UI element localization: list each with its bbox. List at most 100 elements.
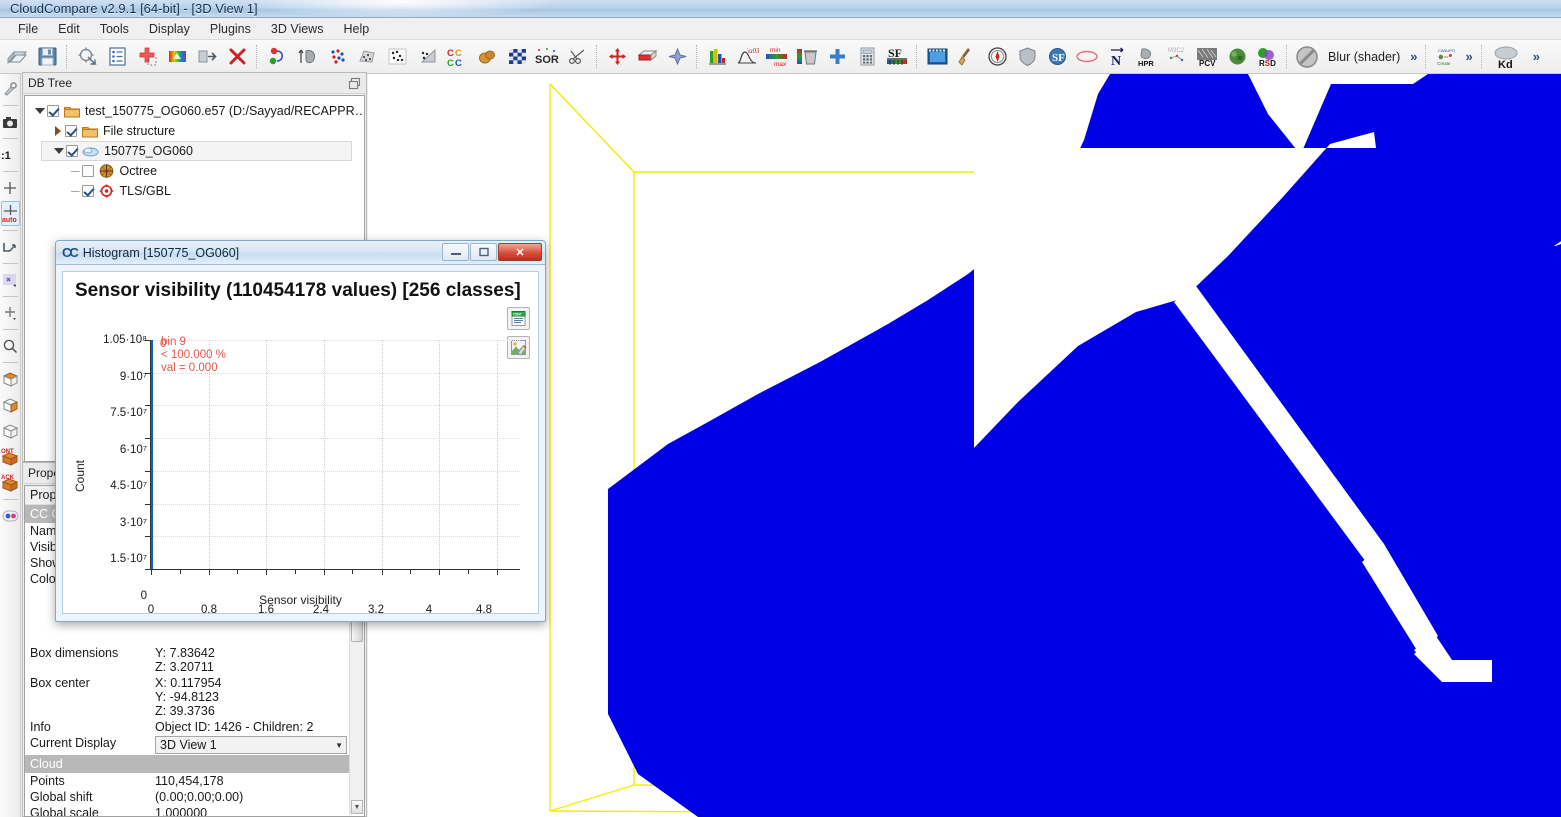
snapshot-icon[interactable] <box>1 109 20 134</box>
toolbar-overflow-kd[interactable]: » <box>1529 49 1544 64</box>
save-icon[interactable] <box>33 43 61 71</box>
scroll-down-arrow[interactable]: ▼ <box>351 800 363 814</box>
toolbar-overflow-canupo[interactable]: » <box>1461 49 1476 64</box>
histogram-icon[interactable] <box>703 43 731 71</box>
menu-item-display[interactable]: Display <box>139 20 200 38</box>
animation-icon[interactable] <box>923 43 951 71</box>
menu-item-3d-views[interactable]: 3D Views <box>261 20 334 38</box>
clone-icon[interactable] <box>73 43 101 71</box>
histogram-dialog[interactable]: CC Histogram [150775_OG060] ✕ Sensor vis… <box>55 240 546 622</box>
menu-item-edit[interactable]: Edit <box>48 20 90 38</box>
3d-view-1[interactable] <box>368 74 1561 817</box>
view-front-icon[interactable] <box>1 418 20 443</box>
statistical-icon[interactable] <box>353 43 381 71</box>
visibility-checkbox[interactable] <box>66 145 78 157</box>
tree-branch-line: ─ <box>71 184 80 198</box>
export-csv-icon[interactable]: CSV <box>507 307 530 330</box>
visibility-checkbox[interactable] <box>65 125 77 137</box>
maximize-button[interactable] <box>470 243 497 261</box>
set-pivot-icon[interactable] <box>1 175 20 200</box>
zoom-1to1-icon[interactable]: :1 <box>1 142 20 167</box>
view-left-icon[interactable]: ACK <box>1 470 20 495</box>
broom-icon[interactable] <box>953 43 981 71</box>
compass-icon[interactable] <box>983 43 1011 71</box>
restore-icon[interactable] <box>348 77 361 90</box>
normals-icon[interactable] <box>323 43 351 71</box>
view-bottom-icon[interactable] <box>1 392 20 417</box>
tree-node-150775-og060[interactable]: 150775_OG060 <box>41 141 352 161</box>
scissors-icon[interactable] <box>563 43 591 71</box>
histogram-titlebar[interactable]: CC Histogram [150775_OG060] ✕ <box>56 241 545 265</box>
shield-icon[interactable] <box>1013 43 1041 71</box>
delete-icon[interactable] <box>223 43 251 71</box>
point-picking-icon[interactable] <box>1 267 20 292</box>
ellipse-icon[interactable] <box>1073 43 1101 71</box>
segment-icon[interactable] <box>193 43 221 71</box>
no-shader-icon[interactable] <box>1293 43 1321 71</box>
add-point-icon[interactable] <box>1 300 20 325</box>
open-icon[interactable] <box>3 43 31 71</box>
sf-plugin-icon[interactable]: SF <box>1043 43 1071 71</box>
translate-rotate-icon[interactable] <box>293 43 321 71</box>
tree-node-file-structure[interactable]: File structure <box>25 121 364 141</box>
cloud-cloud-dist-icon[interactable]: CCCC <box>443 43 471 71</box>
chevron-down-icon[interactable]: ▼ <box>335 741 343 750</box>
menu-item-file[interactable]: File <box>8 20 48 38</box>
merge-icon[interactable] <box>133 43 161 71</box>
pcv-icon[interactable]: PCV <box>1193 43 1221 71</box>
sf-to-color-icon[interactable]: SF <box>883 43 911 71</box>
gauss-filter-icon[interactable]: \u03BC,\u03C3 <box>733 43 761 71</box>
tree-node-e57-file[interactable]: test_150775_OG060.e57 (D:/Sayyad/RECAPPR… <box>25 101 364 121</box>
mesh-icon[interactable] <box>413 43 441 71</box>
move-icon[interactable] <box>603 43 631 71</box>
section-label: Cloud <box>25 755 364 773</box>
poisson-icon[interactable] <box>1223 43 1251 71</box>
delete-sf-icon[interactable] <box>793 43 821 71</box>
cloud-mesh-dist-icon[interactable] <box>473 43 501 71</box>
sf-arithmetic-icon[interactable] <box>853 43 881 71</box>
minimize-button[interactable] <box>442 243 469 261</box>
current-display-combo[interactable]: 3D View 1 ▼ <box>155 736 347 754</box>
menu-item-plugins[interactable]: Plugins <box>200 20 261 38</box>
registration-icon[interactable] <box>263 43 291 71</box>
colorize-icon[interactable] <box>163 43 191 71</box>
properties-icon[interactable] <box>103 43 131 71</box>
blur-shader-label[interactable]: Blur (shader) <box>1322 50 1406 64</box>
m3c2-icon[interactable]: M3C2 <box>1163 43 1191 71</box>
menu-item-help[interactable]: Help <box>333 20 379 38</box>
zoom-icon[interactable] <box>1 333 20 358</box>
checkerboard-icon[interactable] <box>503 43 531 71</box>
chevron-down-icon[interactable] <box>52 144 66 158</box>
tree-node-tls-gbl[interactable]: ─ TLS/GBL <box>25 181 364 201</box>
sor-filter-icon[interactable]: SOR <box>533 43 561 71</box>
hpr-icon[interactable]: HPR <box>1133 43 1161 71</box>
y-axis-tick-label: 1.5·10⁷ <box>110 553 147 565</box>
toolbar-overflow-shader[interactable]: » <box>1406 49 1421 64</box>
add-sf-icon[interactable] <box>823 43 851 71</box>
view-top-icon[interactable] <box>1 366 20 391</box>
histogram-window-title: Histogram [150775_OG060] <box>82 245 240 260</box>
fit-plane-icon[interactable] <box>663 43 691 71</box>
pick-rotation-center-icon[interactable] <box>1 76 20 101</box>
chevron-down-icon[interactable] <box>33 104 47 118</box>
chevron-right-icon[interactable] <box>51 124 65 138</box>
visibility-checkbox[interactable] <box>81 185 94 197</box>
view-back-icon[interactable]: ONT <box>1 444 20 469</box>
histogram-bar[interactable] <box>151 340 153 569</box>
subsample-icon[interactable] <box>383 43 411 71</box>
normals-n-icon[interactable]: N <box>1103 43 1131 71</box>
visibility-checkbox[interactable] <box>47 105 59 117</box>
color-picker-icon[interactable] <box>1 503 20 528</box>
menu-item-tools[interactable]: Tools <box>90 20 139 38</box>
close-button[interactable]: ✕ <box>498 243 542 261</box>
gridline-h <box>151 405 520 407</box>
sf-minmax-icon[interactable]: min max <box>763 43 791 71</box>
visibility-checkbox[interactable] <box>81 165 94 177</box>
tree-node-octree[interactable]: ─ Octree <box>25 161 364 181</box>
pan-icon[interactable] <box>1 234 20 259</box>
kd-tree-icon[interactable]: Kd <box>1488 43 1528 71</box>
crop-box-icon[interactable] <box>633 43 661 71</box>
auto-pivot-icon[interactable]: auto <box>0 201 20 226</box>
canupo-create-icon[interactable]: CANUPO Create <box>1432 43 1460 71</box>
rsd-icon[interactable]: RSD <box>1253 43 1281 71</box>
